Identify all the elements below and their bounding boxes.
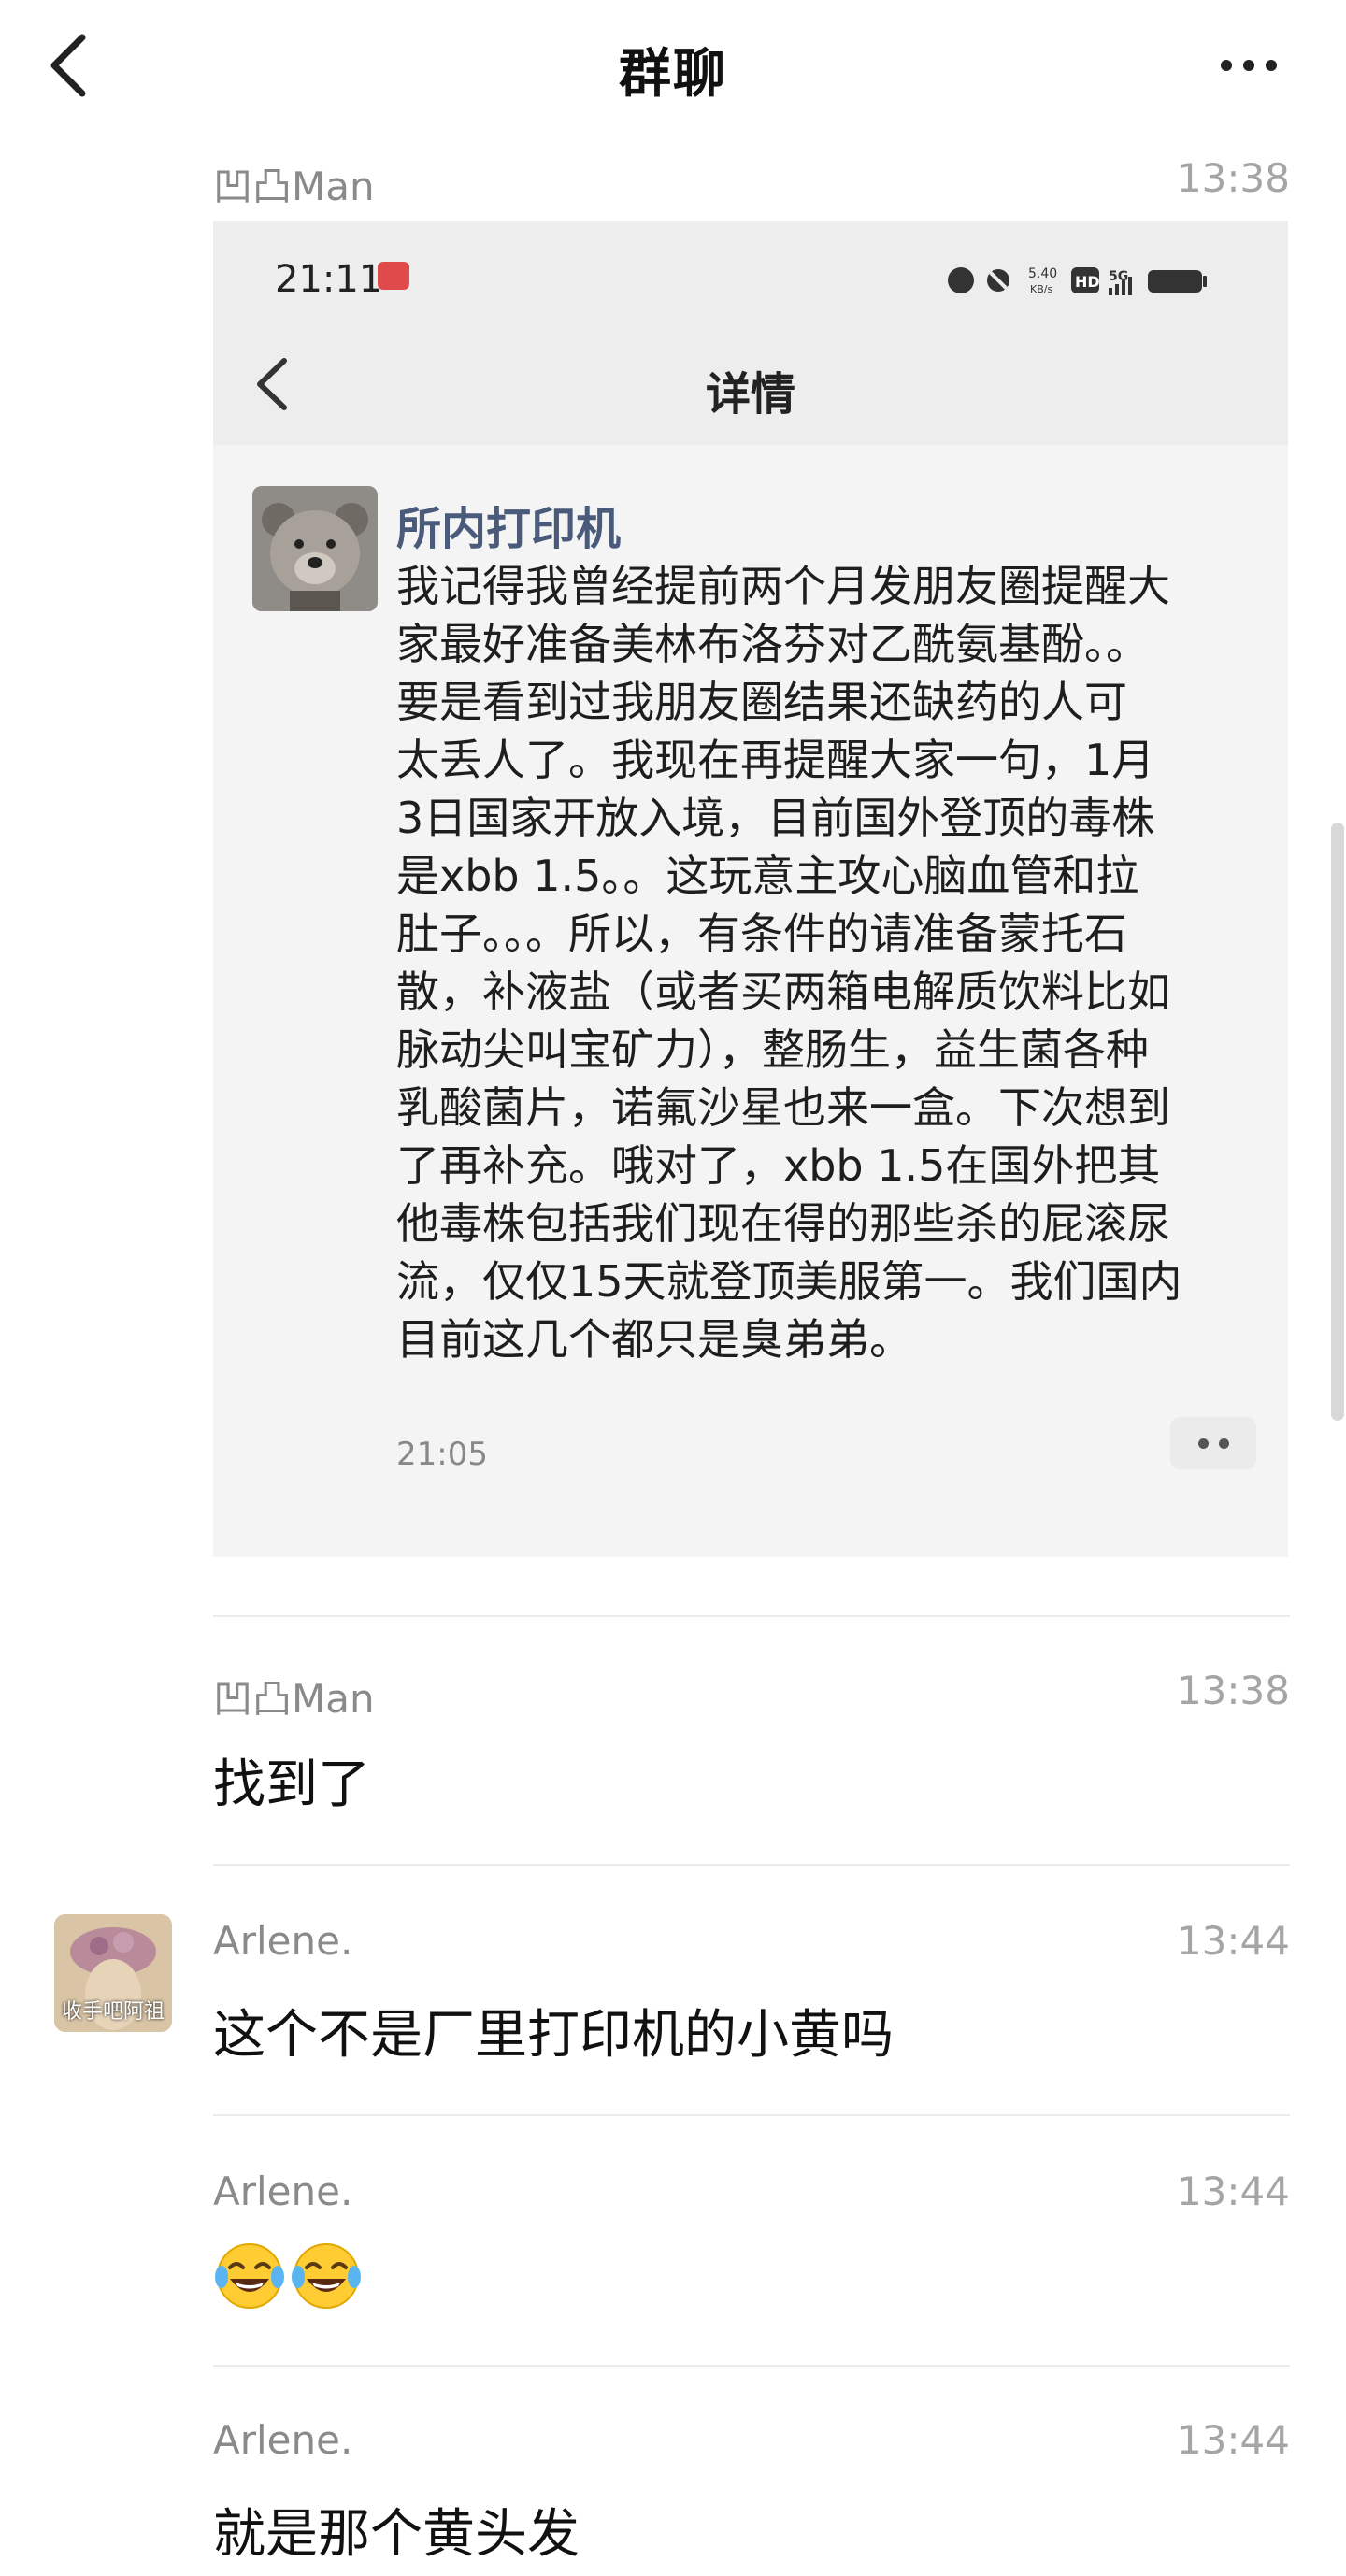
message-item: 凹凸Man 13:38 (213, 155, 1290, 211)
tears-of-joy-emoji (215, 2243, 284, 2309)
post-line: 脉动尖叫宝矿力），整肠生，益生菌各种 (396, 1024, 1149, 1075)
post-line: 家最好准备美林布洛芬对乙酰氨基酚。。 (396, 619, 1149, 669)
post-content: 我记得我曾经提前两个月发朋友圈提醒大 家最好准备美林布洛芬对乙酰氨基酚。。 要是看到… (396, 557, 1256, 1368)
message-item: Arlene. 13:44 (213, 2168, 1290, 2318)
teddy-bear-avatar (252, 486, 378, 611)
message-divider (213, 1615, 1290, 1617)
post-line: 是xbb 1.5。。这玩意主攻心脑血管和拉 (396, 851, 1139, 901)
message-time: 13:38 (1176, 1667, 1290, 1713)
message-item: Arlene. 13:44 这个不是厂里打印机的小黄吗 (213, 1918, 1290, 2068)
post-more-icon (1170, 1417, 1256, 1469)
message-sender[interactable]: Arlene. (213, 1918, 352, 1964)
message-time: 13:44 (1176, 1918, 1290, 1964)
post-line: 他毒株包括我们现在得的那些杀的屁滚尿 (396, 1198, 1170, 1249)
net-speed-unit: KB/s (1030, 283, 1052, 295)
message-item: 凹凸Man 13:38 找到了 (213, 1667, 1290, 1817)
post-line: 了再补充。哦对了，xbb 1.5在国外把其 (396, 1140, 1161, 1191)
post-time: 21:05 (396, 1436, 488, 1473)
scrollbar[interactable] (1331, 823, 1344, 1421)
tears-of-joy-emoji (292, 2243, 361, 2309)
post-line: 乳酸菌片，诺氟沙星也来一盒。下次想到 (396, 1082, 1170, 1133)
message-divider (213, 2114, 1290, 2116)
message-text[interactable]: 找到了 (213, 1742, 370, 1818)
message-divider (213, 1864, 1290, 1866)
5g-badge: 5G (1109, 269, 1128, 284)
message-time: 13:38 (1176, 155, 1290, 201)
message-sender[interactable]: 凹凸Man (213, 155, 375, 212)
hd-badge: HD (1075, 273, 1100, 291)
post-line: 目前这几个都只是臭弟弟。 (396, 1314, 912, 1365)
post-line: 散，补液盐（或者买两箱电解质饮料比如 (396, 966, 1170, 1017)
post-line: 肚子。。。所以，有条件的请准备蒙托石 (396, 909, 1127, 959)
shared-screenshot-image[interactable]: 21:11 5.40 KB/s HD 5G 详情 所内打印机 我记得我曾经提前两… (213, 221, 1288, 1557)
message-time: 13:44 (1176, 2417, 1290, 2463)
status-bar-icons: 5.40 KB/s HD 5G (948, 265, 1207, 295)
message-divider (213, 2365, 1290, 2367)
avatar-caption: 收手吧阿祖 (61, 2000, 165, 2024)
message-sender[interactable]: 凹凸Man (213, 1667, 375, 1724)
post-line: 要是看到过我朋友圈结果还缺药的人可 (396, 677, 1127, 727)
message-sender[interactable]: Arlene. (213, 2417, 352, 2463)
message-time: 13:44 (1176, 2168, 1290, 2214)
message-text[interactable]: 就是那个黄头发 (213, 2492, 580, 2568)
message-text[interactable]: 这个不是厂里打印机的小黄吗 (213, 1993, 894, 2068)
post-line: 3日国家开放入境，目前国外登顶的毒株 (396, 793, 1155, 843)
message-sender[interactable]: Arlene. (213, 2168, 352, 2214)
avatar[interactable]: 收手吧阿祖 (54, 1914, 172, 2032)
post-line: 太丢人了。我现在再提醒大家一句，1月 (396, 735, 1155, 785)
post-author-name: 所内打印机 (396, 503, 622, 555)
screenshot-status-time: 21:11 (275, 258, 383, 301)
more-horizontal-icon[interactable] (1211, 45, 1286, 82)
post-line: 流，仅仅15天就登顶美服第一。我们国内 (396, 1256, 1182, 1307)
page-title: 群聊 (619, 44, 727, 105)
screenshot-page-title: 详情 (705, 368, 795, 421)
message-item: Arlene. 13:44 就是那个黄头发 (213, 2417, 1290, 2567)
net-speed-value: 5.40 (1028, 266, 1057, 281)
app-notification-icon (378, 262, 409, 290)
message-emojis[interactable] (213, 2240, 366, 2312)
post-line: 我记得我曾经提前两个月发朋友圈提醒大 (396, 561, 1170, 611)
chat-header: 群聊 (0, 0, 1346, 140)
screenshot-header: 21:11 5.40 KB/s HD 5G 详情 (213, 221, 1288, 445)
